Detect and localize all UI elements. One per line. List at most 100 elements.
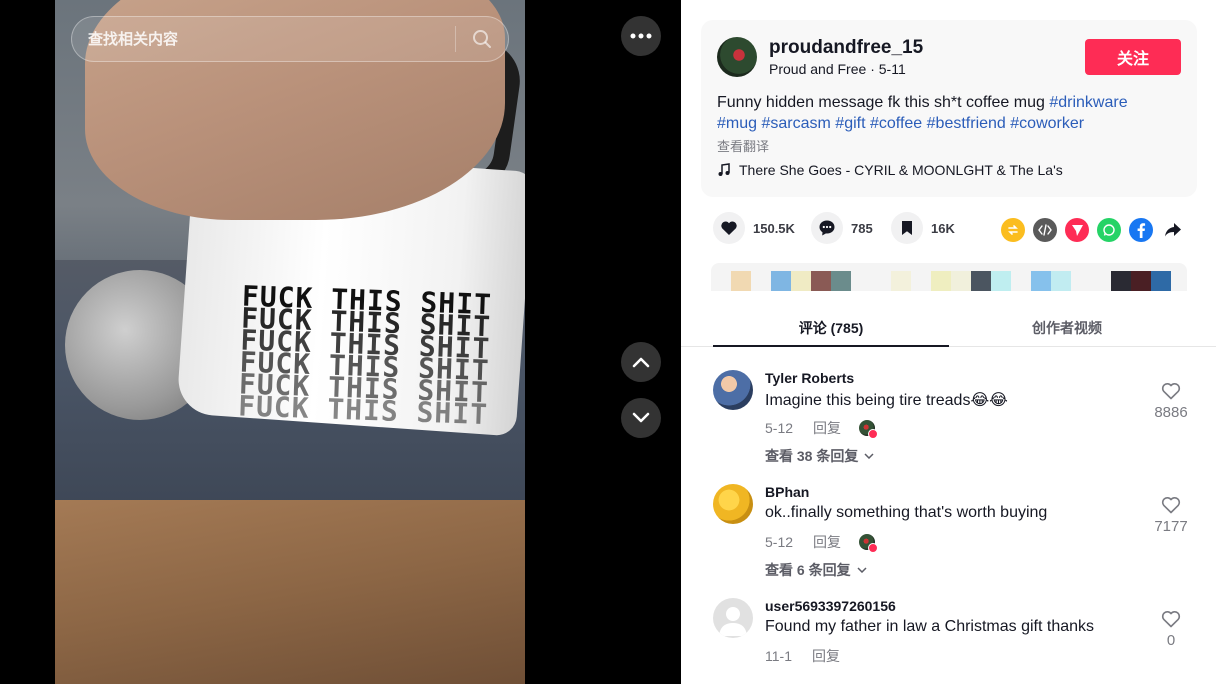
- author-display-name: Proud and Free: [769, 61, 867, 77]
- mug-print-line: FUCK THIS SHIT: [237, 389, 489, 432]
- search-bar: [71, 16, 509, 62]
- comment-date: 11-1: [765, 648, 792, 664]
- follow-button[interactable]: 关注: [1085, 39, 1181, 75]
- avatar[interactable]: [713, 484, 753, 524]
- tab-creator-videos[interactable]: 创作者视频: [949, 306, 1185, 347]
- like-count: 150.5K: [753, 220, 795, 236]
- hashtag-link[interactable]: #mug: [717, 115, 757, 132]
- color-swatch: [711, 271, 731, 291]
- music-title: There She Goes - CYRIL & MOONLGHT & The …: [739, 162, 1063, 178]
- app-root: FUCK THIS SHIT FUCK THIS SHIT FUCK THIS …: [0, 0, 1216, 684]
- hashtag-link[interactable]: #coffee: [870, 115, 922, 132]
- color-swatch: [771, 271, 791, 291]
- view-replies-label: 查看 38 条回复: [765, 448, 859, 464]
- mug-print: FUCK THIS SHIT FUCK THIS SHIT FUCK THIS …: [237, 280, 502, 432]
- video-description: Funny hidden message fk this sh*t coffee…: [717, 92, 1177, 134]
- previous-video-button[interactable]: [621, 342, 661, 382]
- comment-author[interactable]: BPhan: [765, 484, 809, 500]
- color-swatch: [791, 271, 811, 291]
- reply-button[interactable]: 回复: [812, 646, 840, 666]
- color-swatch: [731, 271, 751, 291]
- avatar[interactable]: [713, 370, 753, 410]
- description-text: Funny hidden message fk this sh*t coffee…: [717, 94, 1045, 111]
- embed-icon[interactable]: [1033, 218, 1057, 242]
- tab-comments[interactable]: 评论 (785): [713, 306, 949, 347]
- hashtag-link[interactable]: #drinkware: [1049, 94, 1127, 111]
- tab-bar: 评论 (785) 创作者视频: [681, 306, 1216, 347]
- color-swatch: [931, 271, 951, 291]
- engagement-bar: 150.5K 785 16K: [713, 212, 1183, 248]
- comment-like-button[interactable]: 0: [1151, 610, 1191, 649]
- hashtag-link[interactable]: #sarcasm: [761, 115, 830, 132]
- comment-date: 5-12: [765, 420, 794, 436]
- view-replies-button[interactable]: 查看 6 条回复: [765, 560, 867, 580]
- color-swatch: [1011, 271, 1031, 291]
- comment-text: Found my father in law a Christmas gift …: [765, 618, 1095, 635]
- reply-button[interactable]: 回复: [813, 418, 841, 438]
- comment-date: 5-12: [765, 534, 794, 550]
- separator-dot: ·: [870, 61, 879, 77]
- video-pane: FUCK THIS SHIT FUCK THIS SHIT FUCK THIS …: [0, 0, 681, 684]
- facebook-icon[interactable]: [1129, 218, 1153, 242]
- avatar[interactable]: [713, 598, 753, 638]
- comment-icon: [811, 212, 843, 244]
- color-swatch: [991, 271, 1011, 291]
- comment-author[interactable]: Tyler Roberts: [765, 370, 854, 386]
- more-options-button[interactable]: [621, 16, 661, 56]
- see-translation-link[interactable]: 查看翻译: [717, 136, 769, 155]
- share-arrow-icon[interactable]: [1161, 218, 1185, 242]
- color-swatch-strip: [711, 263, 1187, 291]
- heart-outline-icon: [1161, 497, 1181, 514]
- view-replies-button[interactable]: 查看 38 条回复: [765, 446, 874, 466]
- comment-author[interactable]: user5693397260156: [765, 598, 896, 614]
- color-swatch: [811, 271, 831, 291]
- search-button[interactable]: [456, 17, 508, 61]
- music-link[interactable]: There She Goes - CYRIL & MOONLGHT & The …: [717, 162, 1063, 178]
- send-icon[interactable]: [1065, 218, 1089, 242]
- default-avatar-icon: [719, 607, 747, 636]
- post-date: 5-11: [878, 61, 906, 77]
- author-username[interactable]: proudandfree_15: [769, 37, 923, 59]
- color-swatch: [891, 271, 911, 291]
- next-video-button[interactable]: [621, 398, 661, 438]
- hashtag-link[interactable]: #bestfriend: [927, 115, 1006, 132]
- view-replies-label: 查看 6 条回复: [765, 562, 851, 578]
- search-input[interactable]: [72, 17, 455, 61]
- detail-panel: proudandfree_15 Proud and Free · 5-11 关注…: [681, 0, 1216, 684]
- hashtag-link[interactable]: #gift: [835, 115, 865, 132]
- color-swatch: [951, 271, 971, 291]
- heart-outline-icon: [1161, 611, 1181, 628]
- color-swatch: [911, 271, 931, 291]
- comment-count: 785: [851, 220, 873, 236]
- comment-like-count: 8886: [1154, 404, 1188, 421]
- color-swatch: [1131, 271, 1151, 291]
- comment-text: ok..finally something that's worth buyin…: [765, 504, 1048, 521]
- color-swatch: [1151, 271, 1171, 291]
- author-avatar[interactable]: [717, 37, 757, 77]
- video-player[interactable]: FUCK THIS SHIT FUCK THIS SHIT FUCK THIS …: [55, 0, 525, 684]
- color-swatch: [1111, 271, 1131, 291]
- color-swatch: [1071, 271, 1091, 291]
- whatsapp-icon[interactable]: [1097, 218, 1121, 242]
- more-dots-icon: [630, 33, 652, 39]
- comment-like-button[interactable]: 8886: [1151, 382, 1191, 421]
- creator-liked-icon: [859, 534, 879, 553]
- comment-button[interactable]: 785: [811, 212, 873, 244]
- reply-button[interactable]: 回复: [813, 532, 841, 552]
- search-icon: [473, 30, 491, 48]
- color-swatch: [971, 271, 991, 291]
- color-swatch: [831, 271, 851, 291]
- repost-icon[interactable]: [1001, 218, 1025, 242]
- comment-like-button[interactable]: 7177: [1151, 496, 1191, 535]
- color-swatch: [851, 271, 871, 291]
- chevron-up-icon: [632, 357, 650, 368]
- color-swatch: [751, 271, 771, 291]
- like-button[interactable]: 150.5K: [713, 212, 795, 244]
- heart-icon: [713, 212, 745, 244]
- comment-meta: 5-12 回复: [765, 532, 879, 553]
- hashtag-link[interactable]: #coworker: [1010, 115, 1084, 132]
- chevron-down-icon: [857, 567, 867, 573]
- comment-meta: 5-12 回复: [765, 418, 879, 439]
- author-subline: Proud and Free · 5-11: [769, 61, 906, 77]
- save-button[interactable]: 16K: [891, 212, 955, 244]
